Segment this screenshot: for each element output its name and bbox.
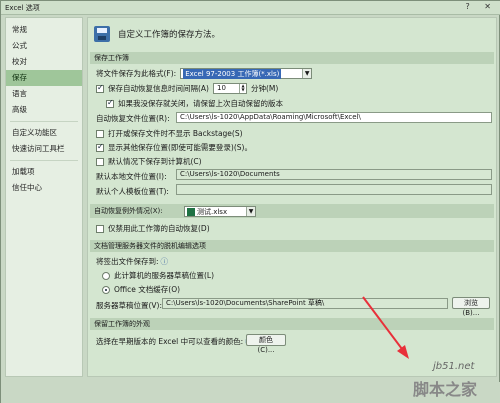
- browse-button[interactable]: 浏览(B)...: [452, 297, 490, 317]
- colors-button[interactable]: 颜色(C)...: [246, 334, 286, 354]
- sidebar-item-save[interactable]: 保存: [6, 70, 82, 86]
- sidebar-item-language[interactable]: 语言: [6, 86, 82, 102]
- disable-autorecover-checkbox[interactable]: [96, 224, 104, 233]
- sidebar-divider: [10, 121, 78, 122]
- colors-row: 选择在早期版本的 Excel 中可以查看的颜色: ⓘ: [96, 336, 253, 347]
- panel-header-text: 自定义工作簿的保存方法。: [118, 30, 221, 40]
- default-local-label: 默认本地文件位置(I):: [96, 172, 167, 181]
- keep-last-label: 如果我没保存就关闭，请保留上次自动保留的版本: [118, 99, 283, 108]
- sidebar-item-proofing[interactable]: 校对: [6, 54, 82, 70]
- chevron-down-icon[interactable]: ▼: [246, 207, 255, 216]
- autorecover-exceptions-select[interactable]: 测试.xlsx ▼: [184, 206, 256, 217]
- section-visual-appearance: 保留工作簿的外观: [90, 318, 494, 330]
- office-cache-radio-label: Office 文档缓存(O): [114, 285, 181, 294]
- server-drafts-location-input[interactable]: C:\Users\ls-1020\Documents\SharePoint 草稿…: [162, 298, 448, 309]
- spinner-arrows-icon[interactable]: ▲ ▼: [238, 84, 246, 93]
- panel-header: 自定义工作簿的保存方法。: [94, 24, 220, 44]
- excel-file-icon: [187, 207, 195, 216]
- disable-autorecover-row: 仅禁用此工作簿的自动恢复(D): [96, 223, 210, 234]
- sidebar-item-general[interactable]: 常规: [6, 22, 82, 38]
- keep-last-row: 如果我没保存就关闭，请保留上次自动保留的版本: [106, 98, 283, 109]
- section-offline-editing: 文档管理服务器文件的脱机编辑选项: [90, 240, 494, 252]
- save-to-computer-checkbox[interactable]: [96, 157, 104, 166]
- default-local-row: 默认本地文件位置(I):: [96, 171, 167, 182]
- default-template-label: 默认个人模板位置(T):: [96, 187, 169, 196]
- server-drafts-location-row: 服务器草稿位置(V):: [96, 300, 162, 311]
- server-drafts-location-label: 服务器草稿位置(V):: [96, 301, 163, 310]
- info-icon: ⓘ: [160, 257, 169, 266]
- disable-autorecover-label: 仅禁用此工作簿的自动恢复(D): [108, 224, 210, 233]
- show-other-locations-label: 显示其他保存位置(即使可能需要登录)(S)。: [108, 143, 252, 152]
- window-title: Excel 选项: [5, 4, 40, 12]
- sidebar-item-trust-center[interactable]: 信任中心: [6, 180, 82, 196]
- sidebar-item-customize-ribbon[interactable]: 自定义功能区: [6, 125, 82, 141]
- autorecover-checkbox[interactable]: [96, 83, 104, 93]
- colors-prompt-label: 选择在早期版本的 Excel 中可以查看的颜色:: [96, 337, 244, 346]
- default-template-row: 默认个人模板位置(T):: [96, 186, 169, 197]
- title-bar: Excel 选项 ? ✕: [1, 1, 500, 15]
- office-cache-radio[interactable]: [102, 285, 110, 294]
- autorecover-label: 保存自动恢复信息时间间隔(A): [108, 84, 209, 93]
- save-to-computer-row: 默认情况下保存到计算机(C): [96, 156, 202, 167]
- options-sidebar: 常规 公式 校对 保存 语言 高级 自定义功能区 快速访问工具栏 加载项 信任中…: [5, 17, 83, 377]
- exception-workbook-value: 测试.xlsx: [197, 207, 228, 216]
- sidebar-divider: [10, 160, 78, 161]
- format-selected-value: Excel 97-2003 工作簿(*.xls): [183, 68, 282, 79]
- save-checked-out-row: 将签出文件保存到: ⓘ: [96, 256, 168, 267]
- keep-last-version-checkbox[interactable]: [106, 98, 114, 108]
- excel-options-window: Excel 选项 ? ✕ 常规 公式 校对 保存 语言 高级 自定义功能区 快速…: [0, 0, 500, 403]
- section-autorecover-exceptions: 自动恢复例外情况(X):: [90, 204, 494, 218]
- sidebar-item-add-ins[interactable]: 加载项: [6, 164, 82, 180]
- no-backstage-checkbox[interactable]: [96, 129, 104, 138]
- minutes-label: 分钟(M): [250, 84, 279, 93]
- radio-server-drafts-row: 此计算机的服务器草稿位置(L): [102, 270, 214, 281]
- show-other-locations-row: 显示其他保存位置(即使可能需要登录)(S)。: [96, 142, 252, 153]
- format-select[interactable]: Excel 97-2003 工作簿(*.xls) ▼: [180, 68, 313, 79]
- autorecover-row: 保存自动恢复信息时间间隔(A) 10 ▲▼ 分钟(M): [96, 83, 278, 94]
- default-local-input[interactable]: C:\Users\ls-1020\Documents: [176, 169, 492, 180]
- autorecover-location-input[interactable]: C:\Users\ls-1020\AppData\Roaming\Microso…: [176, 112, 492, 123]
- show-other-locations-checkbox[interactable]: [96, 142, 104, 152]
- sidebar-item-quick-access-toolbar[interactable]: 快速访问工具栏: [6, 141, 82, 157]
- save-icon: [94, 26, 110, 42]
- autorecover-minutes-value: 10: [216, 84, 226, 92]
- autorecover-location-row: 自动恢复文件位置(R):: [96, 113, 170, 124]
- no-backstage-label: 打开或保存文件时不显示 Backstage(S): [108, 129, 243, 138]
- section-save-workbooks: 保存工作簿: [90, 52, 494, 64]
- save-to-computer-label: 默认情况下保存到计算机(C): [108, 157, 202, 166]
- default-template-input[interactable]: [176, 184, 492, 195]
- server-drafts-radio-label: 此计算机的服务器草稿位置(L): [114, 271, 215, 280]
- server-drafts-radio[interactable]: [102, 271, 110, 280]
- no-backstage-row: 打开或保存文件时不显示 Backstage(S): [96, 128, 243, 139]
- chevron-down-icon[interactable]: ▼: [302, 69, 312, 78]
- autorecover-minutes-spinner[interactable]: 10 ▲ ▼: [212, 83, 247, 94]
- sidebar-item-formulas[interactable]: 公式: [6, 38, 82, 54]
- save-checked-out-label: 将签出文件保存到:: [96, 257, 159, 266]
- autorecover-exceptions-label: 自动恢复例外情况(X):: [94, 207, 163, 215]
- radio-office-cache-row: Office 文档缓存(O): [102, 284, 180, 295]
- watermark-brand: 脚本之家: [413, 380, 478, 399]
- window-controls[interactable]: ? ✕: [466, 2, 498, 11]
- autorecover-location-label: 自动恢复文件位置(R):: [96, 114, 170, 123]
- watermark-site: jb51.net: [433, 361, 475, 372]
- format-row: 将文件保存为此格式(F): Excel 97-2003 工作簿(*.xls) ▼: [96, 68, 313, 79]
- save-options-panel: 自定义工作簿的保存方法。 保存工作簿 将文件保存为此格式(F): Excel 9…: [87, 17, 497, 377]
- sidebar-item-advanced[interactable]: 高级: [6, 102, 82, 118]
- format-label: 将文件保存为此格式(F):: [96, 69, 177, 78]
